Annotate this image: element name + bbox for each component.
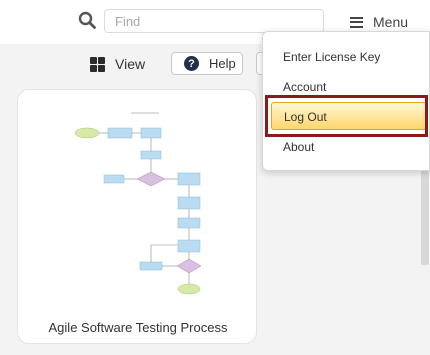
menu-button[interactable]: Menu (350, 12, 408, 32)
grid-icon (90, 56, 105, 72)
card-title: Agile Software Testing Process (48, 320, 228, 335)
view-button[interactable]: View (90, 56, 145, 72)
menu-label: Menu (373, 14, 409, 30)
help-label: Help (209, 56, 236, 71)
help-button[interactable]: ? Help (171, 52, 243, 75)
hamburger-icon (350, 16, 363, 28)
menu-item-about[interactable]: About (263, 133, 429, 161)
diagram-thumbnail (74, 112, 202, 295)
menu-item-enter-license-key[interactable]: Enter License Key (263, 43, 429, 71)
search-input[interactable] (104, 9, 324, 33)
view-label: View (115, 56, 146, 72)
search-icon[interactable] (78, 11, 96, 29)
question-icon: ? (184, 56, 199, 71)
highlight-frame (265, 95, 428, 137)
template-card[interactable]: Agile Software Testing Process (17, 89, 257, 344)
scrollbar-thumb[interactable] (421, 170, 429, 265)
